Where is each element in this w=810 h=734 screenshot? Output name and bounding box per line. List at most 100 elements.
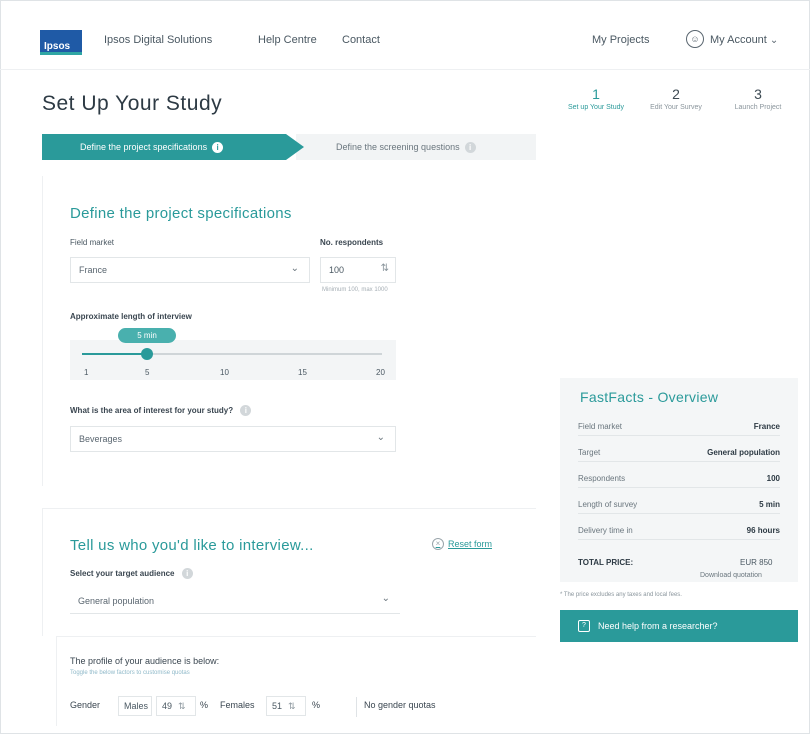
fastfacts-value: 5 min (759, 500, 780, 509)
loi-value-bubble: 5 min (118, 328, 176, 343)
page-title: Set Up Your Study (42, 92, 223, 115)
step-number: 1 (592, 86, 600, 102)
gender-label: Gender (70, 700, 101, 710)
no-gender-quotas-toggle[interactable]: No gender quotas (364, 700, 436, 710)
top-navigation: Ipsos Ipsos Digital Solutions Help Centr… (0, 0, 810, 70)
field-market-select[interactable]: France ⌄ (70, 257, 310, 283)
loi-slider-container (70, 340, 396, 380)
fastfacts-key: Respondents (578, 474, 626, 483)
close-icon: × (432, 538, 444, 550)
divider (356, 697, 357, 717)
nav-link-contact[interactable]: Contact (342, 34, 380, 46)
nav-link-help-centre[interactable]: Help Centre (258, 34, 317, 46)
info-icon[interactable]: i (212, 141, 224, 153)
audience-title: Tell us who you'd like to interview... (70, 537, 314, 554)
target-audience-label: Select your target audience i (70, 568, 193, 579)
total-price-value: EUR 850 (740, 558, 773, 567)
step-label: Edit Your Survey (650, 104, 702, 111)
user-icon[interactable]: ☺ (686, 30, 704, 48)
spinner-icon[interactable]: ⇅ (178, 701, 186, 712)
field-market-label: Field market (70, 238, 115, 247)
step-1[interactable]: 1 Set up Your Study (556, 86, 636, 111)
fastfacts-row: Field market France (578, 416, 780, 436)
specifications-title: Define the project specifications (70, 205, 292, 222)
reset-form-link[interactable]: × Reset form (432, 538, 492, 550)
chevron-down-icon: ⌄ (381, 593, 390, 604)
fastfacts-value: 100 (766, 474, 780, 483)
respondents-hint: Minimum 100, max 1000 (322, 287, 388, 293)
fastfacts-row: Length of survey 5 min (578, 494, 780, 514)
step-2[interactable]: 2 Edit Your Survey (636, 86, 716, 111)
spinner-icon[interactable]: ⇅ (381, 263, 389, 274)
step-number: 2 (672, 86, 680, 102)
info-icon[interactable]: i (240, 405, 252, 416)
chevron-down-icon: ⌄ (769, 35, 779, 46)
info-icon[interactable]: i (464, 141, 476, 153)
download-quotation-link[interactable]: Download quotation (700, 572, 762, 579)
fastfacts-value: France (753, 422, 780, 431)
step-label: Launch Project (734, 104, 782, 111)
step-3[interactable]: 3 Launch Project (718, 86, 798, 111)
total-price-label: TOTAL PRICE: (578, 558, 634, 567)
researcher-help-label: Need help from a researcher? (598, 621, 718, 631)
reset-form-label: Reset form (448, 539, 493, 549)
loi-label: Approximate length of interview (70, 312, 192, 321)
males-value: 49 (162, 701, 173, 711)
slider-tick: 10 (220, 368, 229, 377)
fastfacts-key: Field market (578, 422, 623, 431)
slider-tick: 1 (84, 368, 89, 377)
fastfacts-key: Length of survey (578, 500, 638, 509)
males-label: Males (124, 701, 149, 711)
fastfacts-key: Delivery time in (578, 526, 633, 535)
my-account-label: My Account (710, 34, 767, 46)
tab-project-specifications[interactable]: Define the project specifications i (42, 134, 304, 160)
fastfacts-value: General population (707, 448, 780, 457)
price-note: * The price excludes any taxes and local… (560, 592, 682, 598)
respondents-label: No. respondents (320, 238, 384, 247)
area-label: What is the area of interest for your st… (70, 405, 252, 416)
target-audience-value: General population (78, 595, 155, 606)
area-of-interest-select[interactable]: Beverages ⌄ (70, 426, 396, 452)
fastfacts-row: Target General population (578, 442, 780, 462)
fastfacts-row: Delivery time in 96 hours (578, 520, 780, 540)
chevron-down-icon: ⌄ (376, 432, 385, 443)
chat-icon: ? (578, 620, 590, 632)
females-value: 51 (272, 701, 283, 711)
area-label-text: What is the area of interest for your st… (70, 406, 234, 415)
logo-accent-bar (40, 52, 82, 55)
profile-label: The profile of your audience is below: (70, 656, 220, 666)
researcher-help-button[interactable]: ? Need help from a researcher? (560, 610, 798, 642)
slider-tick: 5 (145, 368, 150, 377)
step-number: 3 (754, 86, 762, 102)
my-account-menu[interactable]: My Account ⌄ (710, 34, 778, 46)
target-audience-select[interactable]: General population ⌄ (70, 588, 400, 614)
slider-tick: 15 (298, 368, 307, 377)
fastfacts-row: Respondents 100 (578, 468, 780, 488)
males-stepper[interactable]: 49 ⇅ (156, 696, 196, 716)
females-stepper[interactable]: 51 ⇅ (266, 696, 306, 716)
step-label: Set up Your Study (567, 104, 625, 111)
tab-label: Define the screening questions (336, 142, 460, 152)
fastfacts-key: Target (578, 448, 601, 457)
profile-hint: Toggle the below factors to customise qu… (70, 670, 190, 676)
loi-slider-fill (82, 353, 146, 355)
respondents-value: 100 (329, 265, 345, 275)
respondents-stepper[interactable]: 100 ⇅ (320, 257, 396, 283)
target-audience-label-text: Select your target audience (70, 569, 175, 578)
tab-label: Define the project specifications (80, 142, 208, 152)
area-value: Beverages (79, 434, 123, 444)
loi-slider-handle[interactable] (141, 348, 153, 360)
spinner-icon[interactable]: ⇅ (288, 701, 296, 712)
males-percent: % (200, 700, 209, 710)
fastfacts-title: FastFacts - Overview (580, 389, 719, 405)
tab-screening-questions[interactable]: Define the screening questions i (296, 134, 536, 160)
females-percent: % (312, 700, 321, 710)
males-label-box: Males (118, 696, 152, 716)
slider-tick: 20 (376, 368, 385, 377)
females-label: Females (220, 700, 255, 710)
chevron-down-icon: ⌄ (290, 263, 299, 274)
info-icon[interactable]: i (181, 568, 193, 579)
nav-link-digital-solutions[interactable]: Ipsos Digital Solutions (104, 34, 212, 46)
nav-link-my-projects[interactable]: My Projects (592, 34, 649, 46)
field-market-value: France (79, 265, 108, 275)
